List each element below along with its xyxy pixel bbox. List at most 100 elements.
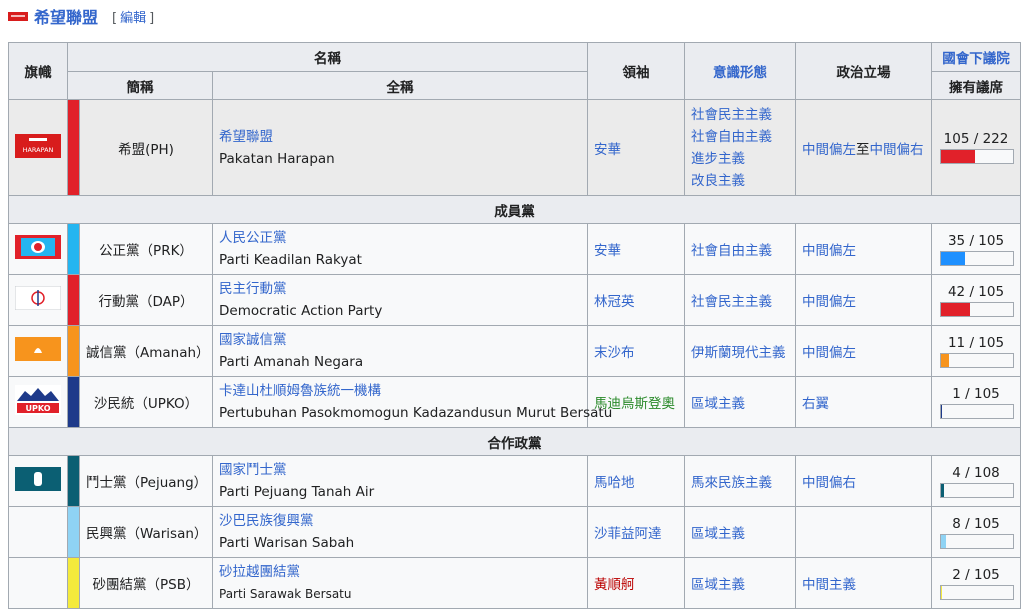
section-heading: 希望聯盟 [編輯] [8, 4, 154, 28]
ideology-link[interactable]: 意識形態 [713, 65, 767, 81]
party-full-name: 國家鬥士黨 Parti Pejuang Tanah Air [211, 455, 589, 507]
ideology-item[interactable]: 社會民主主義 [691, 107, 772, 123]
flag-cell: HARAPAN [8, 99, 68, 196]
leader-link[interactable]: 末沙布 [594, 345, 635, 361]
leader-link[interactable]: 馬哈地 [594, 475, 635, 491]
ideology-link[interactable]: 區域主義 [691, 577, 745, 593]
party-color [67, 325, 80, 377]
party-link[interactable]: 沙巴民族復興黨 [219, 513, 314, 529]
table-row: 誠信黨（Amanah） 國家誠信黨 Parti Amanah Negara 末沙… [8, 325, 1022, 377]
header-ideology: 意識形態 [684, 42, 797, 100]
ideology-link[interactable]: 伊斯蘭現代主義 [691, 345, 786, 361]
seats-bar [940, 149, 1015, 164]
leader-cell: 安華 [587, 223, 686, 275]
flag-cell [8, 325, 68, 377]
position-link[interactable]: 中間偏右 [870, 142, 924, 158]
seats-count: 8 / 105 [952, 515, 1000, 532]
position-cell: 中間偏左 [795, 325, 933, 377]
header-parliament: 國會下議院 [931, 42, 1022, 72]
flag-cell: UPKO [8, 376, 68, 428]
party-link[interactable]: 人民公正黨 [219, 230, 287, 246]
flag-cell [8, 455, 68, 507]
position-cell: 中間偏左 [795, 274, 933, 326]
header-name: 名稱 [66, 42, 589, 72]
table-row: UPKO 沙民統（UPKO） 卡達山杜順姆魯族統一機構 Pertubuhan P… [8, 376, 1022, 428]
pkr-flag-icon [15, 235, 61, 259]
ideology-cell: 社會民主主義 [684, 274, 797, 326]
harapan-logo-icon: HARAPAN [15, 133, 61, 158]
flag-cell [8, 506, 68, 558]
party-abbr: 沙民統（UPKO） [79, 376, 213, 428]
ideology-item[interactable]: 進步主義 [691, 151, 745, 167]
position-link[interactable]: 中間偏右 [802, 475, 856, 491]
position-cell: 右翼 [795, 376, 933, 428]
edit-link[interactable]: 編輯 [120, 11, 146, 26]
edit-section: [編輯] [112, 7, 154, 26]
party-full-name: 民主行動黨 Democratic Action Party [211, 274, 589, 326]
party-full-name: 沙巴民族復興黨 Parti Warisan Sabah [211, 506, 589, 558]
ideology-link[interactable]: 區域主義 [691, 396, 745, 412]
ph-flag-icon [8, 11, 28, 21]
party-abbr: 鬥士黨（Pejuang） [79, 455, 213, 507]
party-abbr: 誠信黨（Amanah） [79, 325, 213, 377]
position-link[interactable]: 中間偏左 [802, 345, 856, 361]
leader-link[interactable]: 安華 [594, 142, 621, 158]
header-full: 全稱 [211, 71, 589, 100]
ideology-link[interactable]: 區域主義 [691, 526, 745, 542]
party-link[interactable]: 國家鬥士黨 [219, 462, 287, 478]
leader-link[interactable]: 馬迪烏斯登奧 [594, 396, 675, 412]
leader-link[interactable]: 黃順舸 [594, 577, 635, 593]
party-link[interactable]: 民主行動黨 [219, 281, 287, 297]
flag-cell [8, 223, 68, 275]
party-color [67, 506, 80, 558]
flag-cell [8, 274, 68, 326]
seats-bar-fill [941, 585, 943, 599]
party-link[interactable]: 希望聯盟 [219, 129, 273, 145]
party-link[interactable]: 砂拉越團結黨 [219, 564, 300, 580]
ideology-cell: 馬來民族主義 [684, 455, 797, 507]
leader-link[interactable]: 林冠英 [594, 294, 635, 310]
header-leader: 領袖 [587, 42, 686, 100]
position-cell: 中間偏右 [795, 455, 933, 507]
seats-cell: 4 / 108 [931, 455, 1022, 507]
ideology-link[interactable]: 社會自由主義 [691, 243, 772, 259]
header-seats: 擁有議席 [931, 71, 1022, 100]
parliament-link[interactable]: 國會下議院 [942, 51, 1010, 67]
position-cell: 中間主義 [795, 557, 933, 609]
party-link[interactable]: 卡達山杜順姆魯族統一機構 [219, 383, 381, 399]
header-position: 政治立場 [795, 42, 933, 100]
section-title: 希望聯盟 [34, 8, 99, 27]
seats-bar [940, 403, 1015, 419]
position-cell [795, 506, 933, 558]
party-abbr: 公正黨（PRK） [79, 223, 213, 275]
table-row: 公正黨（PRK） 人民公正黨 Parti Keadilan Rakyat 安華 … [8, 223, 1022, 275]
leader-link[interactable]: 沙菲益阿達 [594, 526, 662, 542]
upko-flag-icon: UPKO [15, 385, 61, 415]
seats-count: 1 / 105 [952, 385, 1000, 402]
ideology-cell: 區域主義 [684, 506, 797, 558]
seats-bar [940, 301, 1015, 317]
party-link[interactable]: 國家誠信黨 [219, 332, 287, 348]
ideology-link[interactable]: 馬來民族主義 [691, 475, 772, 491]
seats-count: 11 / 105 [947, 334, 1005, 351]
leader-link[interactable]: 安華 [594, 243, 621, 259]
seats-bar-fill [941, 251, 965, 265]
position-link[interactable]: 中間主義 [802, 577, 856, 593]
ideology-cell: 伊斯蘭現代主義 [684, 325, 797, 377]
party-abbr: 希盟(PH) [79, 99, 213, 196]
ideology-item[interactable]: 改良主義 [691, 173, 745, 189]
party-english-name: Pakatan Harapan [219, 150, 335, 167]
party-english-name: Democratic Action Party [219, 303, 383, 319]
position-link[interactable]: 中間偏左 [802, 243, 856, 259]
leader-cell: 黃順舸 [587, 557, 686, 609]
seats-bar [940, 533, 1015, 549]
ideology-item[interactable]: 社會自由主義 [691, 129, 772, 145]
seats-cell: 2 / 105 [931, 557, 1022, 609]
position-link[interactable]: 右翼 [802, 396, 829, 412]
section-members: 成員黨 [7, 195, 1022, 224]
ideology-link[interactable]: 社會民主主義 [691, 294, 772, 310]
position-link[interactable]: 中間偏左 [802, 294, 856, 310]
section-cooperation: 合作政黨 [7, 427, 1022, 456]
position-link[interactable]: 中間偏左 [802, 142, 856, 158]
table-row: 砂團結黨（PSB） 砂拉越團結黨 Parti Sarawak Bersatu 黃… [8, 557, 1022, 609]
